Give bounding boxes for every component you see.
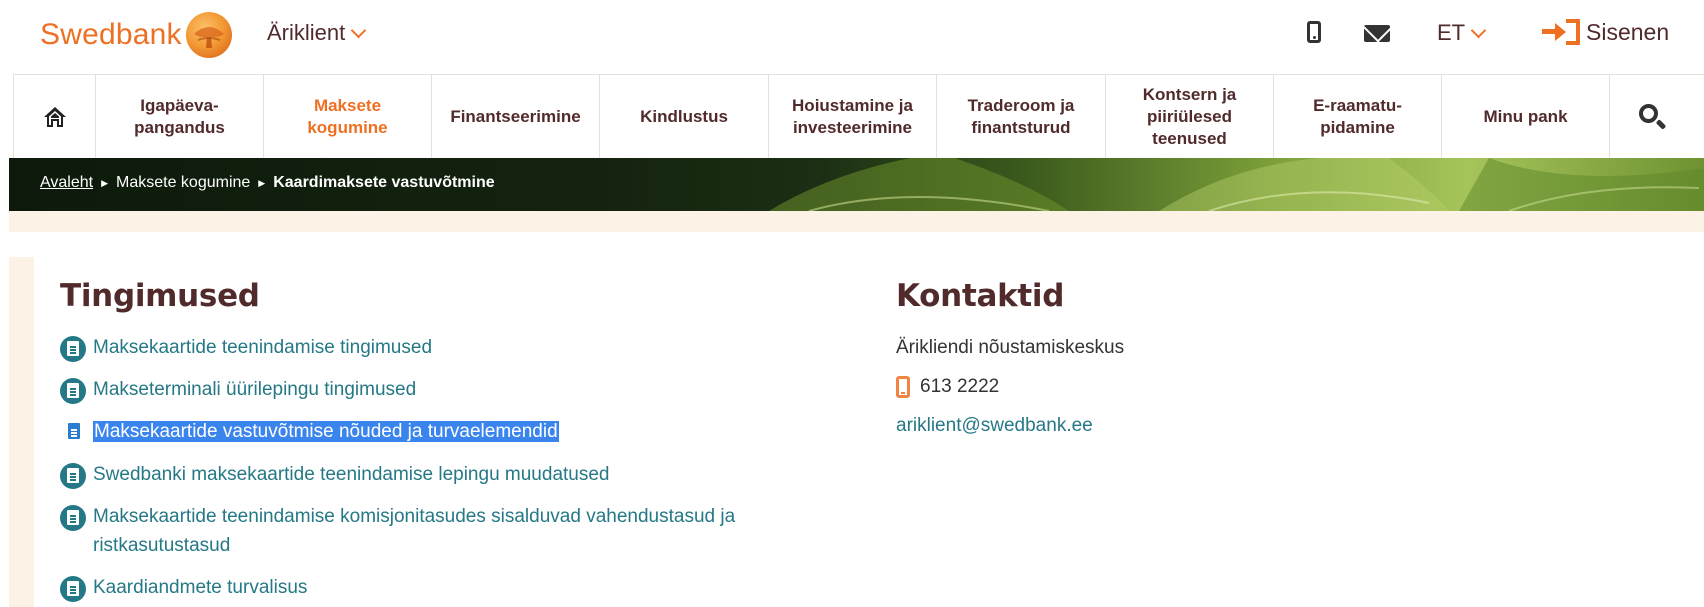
mobile-phone-icon[interactable] xyxy=(1307,21,1321,43)
nav-item-payment-collection[interactable]: Maksete kogumine xyxy=(263,75,431,159)
logo-text: Swedbank xyxy=(40,18,182,51)
top-bar: Swedbank Äriklient ET Sisenen xyxy=(0,0,1704,74)
nav-item-daily-banking[interactable]: Igapäeva- pangandus xyxy=(95,75,263,159)
nav-item-traderoom[interactable]: Traderoom ja finantsturud xyxy=(936,75,1105,159)
conditions-list: Maksekaartide teenindamise tingimused Ma… xyxy=(60,333,820,607)
contact-email-row: ariklient@swedbank.ee xyxy=(896,411,1124,440)
nav-item-label: Kindlustus xyxy=(640,107,728,126)
mail-icon[interactable] xyxy=(1364,25,1390,42)
nav-home[interactable] xyxy=(13,75,95,159)
cream-side-bar xyxy=(9,257,34,607)
condition-link[interactable]: Kaardiandmete turvalisus xyxy=(60,573,820,602)
conditions-heading: Tingimused xyxy=(60,278,260,314)
condition-link[interactable]: Swedbanki maksekaartide teenindamise lep… xyxy=(60,460,820,489)
nav-item-financing[interactable]: Finantseerimine xyxy=(431,75,599,159)
document-icon xyxy=(60,378,86,404)
breadcrumb-parent[interactable]: Maksete kogumine xyxy=(116,174,250,192)
condition-link[interactable]: Makseterminali üürilepingu tingimused xyxy=(60,375,820,404)
contacts-block: Ärikliendi nõustamiskeskus 613 2222 arik… xyxy=(896,333,1124,450)
nav-item-label: Hoiustamine ja investeerimine xyxy=(792,96,913,137)
chevron-down-icon xyxy=(350,22,367,38)
nav-item-my-bank[interactable]: Minu pank xyxy=(1441,75,1609,159)
contact-email-link[interactable]: ariklient@swedbank.ee xyxy=(896,411,1093,440)
login-button[interactable]: Sisenen xyxy=(1542,18,1669,46)
language-label: ET xyxy=(1437,20,1466,45)
nav-item-e-accounting[interactable]: E-raamatu- pidamine xyxy=(1273,75,1441,159)
client-type-selector[interactable]: Äriklient xyxy=(267,20,367,46)
nav-item-corporate-crossborder[interactable]: Kontsern ja piiriülesed teenused xyxy=(1105,75,1273,159)
condition-link-label: Maksekaartide teenindamise tingimused xyxy=(93,337,433,358)
nav-item-savings-investing[interactable]: Hoiustamine ja investeerimine xyxy=(768,75,936,159)
breadcrumb-separator-icon: ▶ xyxy=(258,177,266,188)
main-navigation: Igapäeva- pangandus Maksete kogumine Fin… xyxy=(13,74,1704,159)
nav-item-label: Kontsern ja piiriülesed teenused xyxy=(1142,85,1237,148)
contact-phone-number: 613 2222 xyxy=(920,376,1000,397)
login-icon xyxy=(1542,18,1580,46)
nav-item-insurance[interactable]: Kindlustus xyxy=(599,75,768,159)
document-icon xyxy=(60,576,86,602)
condition-link-label: Makseterminali üürilepingu tingimused xyxy=(93,379,417,400)
document-icon xyxy=(68,423,80,439)
home-icon xyxy=(43,106,67,128)
breadcrumb-home-link[interactable]: Avaleht xyxy=(40,174,93,192)
condition-link[interactable]: Maksekaartide teenindamise komisjonitasu… xyxy=(60,502,820,560)
condition-link[interactable]: Maksekaartide teenindamise tingimused xyxy=(60,333,820,362)
client-type-label: Äriklient xyxy=(267,20,346,45)
login-label: Sisenen xyxy=(1586,18,1670,45)
cream-divider xyxy=(9,211,1704,232)
nav-item-label: Igapäeva- pangandus xyxy=(134,96,225,137)
condition-link-label: Maksekaartide vastuvõtmise nõuded ja tur… xyxy=(93,421,559,442)
document-icon xyxy=(60,463,86,489)
condition-link-selected[interactable]: Maksekaartide vastuvõtmise nõuded ja tur… xyxy=(60,417,820,446)
contact-center-label: Ärikliendi nõustamiskeskus xyxy=(896,337,1125,358)
nav-item-label: Traderoom ja finantsturud xyxy=(967,96,1075,137)
document-icon xyxy=(60,505,86,531)
nav-item-label: Maksete kogumine xyxy=(307,96,388,137)
breadcrumb-separator-icon: ▶ xyxy=(101,177,108,188)
phone-icon xyxy=(896,375,910,398)
language-selector[interactable]: ET xyxy=(1437,20,1487,46)
nav-item-label: Minu pank xyxy=(1483,107,1568,126)
oak-tree-icon xyxy=(185,12,232,58)
contacts-heading: Kontaktid xyxy=(896,278,1065,314)
condition-link-label: Maksekaartide teenindamise komisjonitasu… xyxy=(93,506,736,556)
hero-banner: Avaleht ▶ Maksete kogumine ▶ Kaardimakse… xyxy=(9,158,1704,211)
condition-link-label: Swedbanki maksekaartide teenindamise lep… xyxy=(93,464,610,485)
search-icon xyxy=(1638,104,1666,130)
nav-item-label: Finantseerimine xyxy=(450,107,581,126)
breadcrumb: Avaleht ▶ Maksete kogumine ▶ Kaardimakse… xyxy=(40,174,495,192)
contact-center-name: Ärikliendi nõustamiskeskus xyxy=(896,333,1124,362)
swedbank-logo[interactable]: Swedbank xyxy=(40,12,232,58)
condition-link-label: Kaardiandmete turvalisus xyxy=(93,577,308,598)
breadcrumb-current: Kaardimaksete vastuvõtmine xyxy=(273,174,495,191)
contact-phone-row[interactable]: 613 2222 xyxy=(896,372,1124,401)
nav-item-label: E-raamatu- pidamine xyxy=(1313,96,1402,137)
nav-search[interactable] xyxy=(1609,75,1693,159)
document-icon xyxy=(60,336,86,362)
chevron-down-icon xyxy=(1470,22,1487,38)
